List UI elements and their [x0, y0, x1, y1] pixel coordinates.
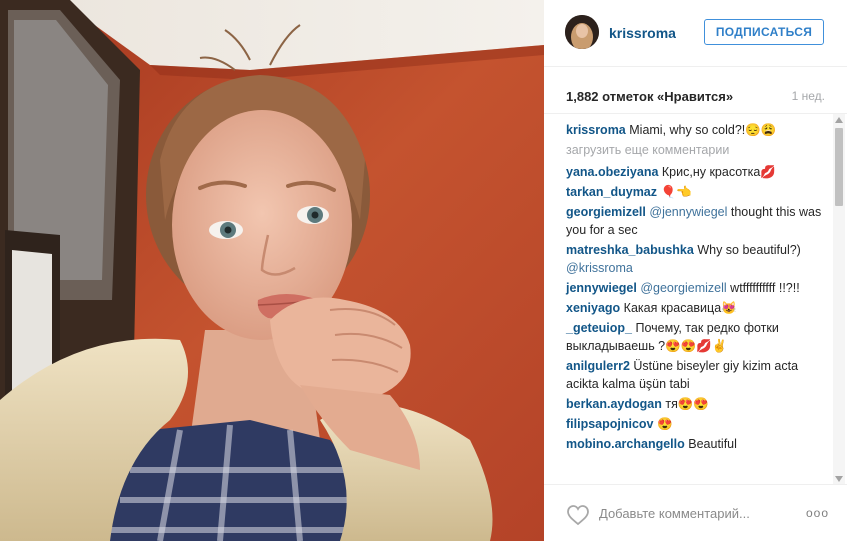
- comment-item: matreshka_babushka Why so beautiful?) @k…: [566, 241, 828, 277]
- comment-username[interactable]: _geteuiop_: [566, 321, 632, 335]
- scroll-up-arrow-icon[interactable]: [833, 114, 845, 126]
- comment-text: Крис,ну красотка💋: [661, 165, 776, 179]
- post-photo[interactable]: [0, 0, 544, 541]
- caption-username[interactable]: krissroma: [566, 123, 626, 137]
- comment-username[interactable]: berkan.aydogan: [566, 397, 662, 411]
- likes-count[interactable]: 1,882 отметок «Нравится»: [566, 89, 826, 104]
- selfie-illustration: [0, 0, 544, 541]
- post-footer: ooo: [544, 484, 847, 541]
- comment-mention[interactable]: @krissroma: [566, 261, 633, 275]
- post-header: krissroma ПОДПИСАТЬСЯ: [544, 0, 847, 67]
- comment-item: yana.obeziyana Крис,ну красотка💋: [566, 163, 828, 181]
- comment-text: 😍: [657, 417, 673, 431]
- post-sidebar: krissroma ПОДПИСАТЬСЯ 1,882 отметок «Нра…: [544, 0, 847, 541]
- comment-username[interactable]: tarkan_duymaz: [566, 185, 657, 199]
- comment-item: berkan.aydogan тя😍😍: [566, 395, 828, 413]
- comment-text: Какая красавица😻: [623, 301, 737, 315]
- comment-username[interactable]: yana.obeziyana: [566, 165, 658, 179]
- comment-text: Why so beautiful?): [697, 243, 801, 257]
- comments-section: krissroma Miami, why so cold?!😔😩 загрузи…: [544, 113, 847, 485]
- comment-item: anilgulerr2 Üstüne biseyler giy kizim ac…: [566, 357, 828, 393]
- avatar[interactable]: [565, 15, 599, 49]
- comment-username[interactable]: jennywiegel: [566, 281, 637, 295]
- comment-username[interactable]: mobino.archangello: [566, 437, 685, 451]
- load-more-comments[interactable]: загрузить еще комментарии: [566, 141, 828, 159]
- comment-username[interactable]: filipsapojnicov: [566, 417, 654, 431]
- comment-text: Beautiful: [688, 437, 737, 451]
- comment-item: mobino.archangello Beautiful: [566, 435, 828, 453]
- heart-outline-icon[interactable]: [566, 504, 590, 531]
- comment-text: 🎈👈: [660, 185, 692, 199]
- comment-item: georgiemizell @jennywiegel thought this …: [566, 203, 828, 239]
- comment-username[interactable]: anilgulerr2: [566, 359, 630, 373]
- comment-text: wtffffffffff !!?!!: [730, 281, 800, 295]
- add-comment-input[interactable]: [599, 502, 799, 524]
- post-time: 1 нед.: [791, 89, 825, 103]
- comment-text: тя😍😍: [665, 397, 709, 411]
- comment-username[interactable]: matreshka_babushka: [566, 243, 694, 257]
- comments-list: krissroma Miami, why so cold?!😔😩 загрузи…: [566, 121, 828, 455]
- comment-username[interactable]: georgiemizell: [566, 205, 646, 219]
- comment-mention[interactable]: @georgiemizell: [640, 281, 726, 295]
- post-username[interactable]: krissroma: [609, 25, 676, 41]
- comments-scrollbar[interactable]: [833, 114, 845, 485]
- comment-item: _geteuiop_ Почему, так редко фотки выкла…: [566, 319, 828, 355]
- comment-mention[interactable]: @jennywiegel: [649, 205, 727, 219]
- more-options-icon[interactable]: ooo: [806, 506, 829, 520]
- comment-item: tarkan_duymaz 🎈👈: [566, 183, 828, 201]
- caption-text: Miami, why so cold?!😔😩: [629, 123, 777, 137]
- comment-item: filipsapojnicov 😍: [566, 415, 828, 433]
- comment-username[interactable]: xeniyago: [566, 301, 620, 315]
- instagram-post: krissroma ПОДПИСАТЬСЯ 1,882 отметок «Нра…: [0, 0, 847, 541]
- comment-item: jennywiegel @georgiemizell wtffffffffff …: [566, 279, 828, 297]
- scrollbar-thumb[interactable]: [835, 128, 843, 206]
- follow-button[interactable]: ПОДПИСАТЬСЯ: [704, 19, 824, 45]
- caption: krissroma Miami, why so cold?!😔😩: [566, 121, 828, 139]
- comment-item: xeniyago Какая красавица😻: [566, 299, 828, 317]
